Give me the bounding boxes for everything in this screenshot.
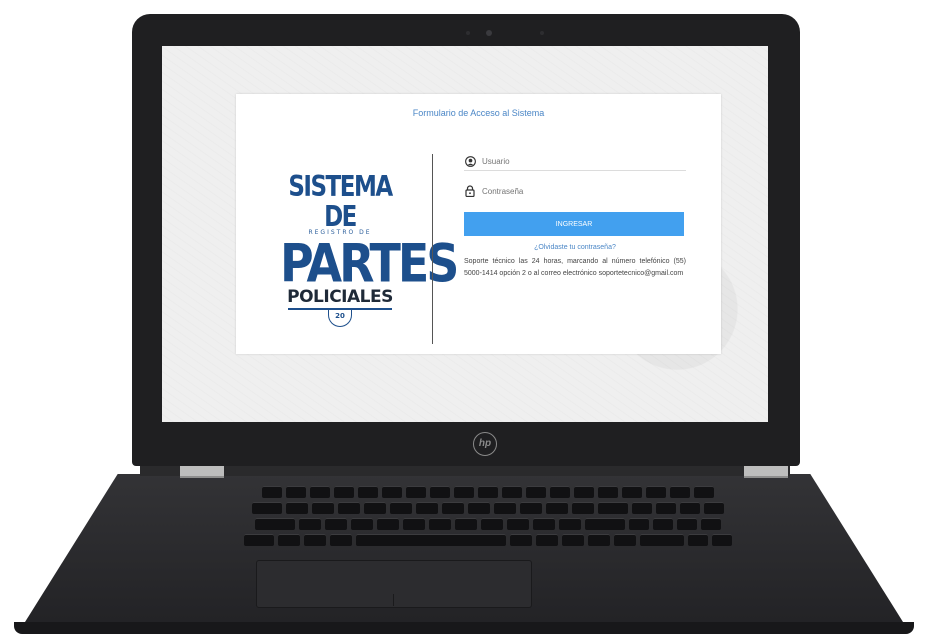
keyboard-row xyxy=(138,502,838,514)
vertical-divider xyxy=(432,154,433,344)
logo-seal: 20 xyxy=(328,309,352,327)
username-field xyxy=(464,152,686,171)
laptop-hinge xyxy=(140,466,790,476)
keyboard xyxy=(138,486,838,552)
system-logo: SISTEMA DE REGISTRO DE PARTES POLICIALES… xyxy=(280,172,459,327)
logo-line-1: SISTEMA DE xyxy=(288,170,393,234)
keyboard-row xyxy=(138,534,838,546)
form-title: Formulario de Acceso al Sistema xyxy=(412,108,545,118)
keyboard-row xyxy=(138,486,838,498)
sensor-dot xyxy=(466,31,470,35)
login-card: Formulario de Acceso al Sistema SISTEMA … xyxy=(236,94,721,354)
webcam xyxy=(486,30,492,36)
lock-icon xyxy=(464,185,476,197)
user-icon xyxy=(464,155,476,167)
username-input[interactable] xyxy=(482,156,672,166)
touchpad-split xyxy=(393,594,394,606)
forgot-password-link[interactable]: ¿Olvidaste tu contraseña? xyxy=(464,244,686,251)
touchpad xyxy=(256,560,532,608)
hinge-right xyxy=(744,466,788,478)
laptop-base-edge xyxy=(14,622,914,634)
keyboard-row xyxy=(138,518,838,530)
password-field xyxy=(464,182,686,200)
login-button[interactable]: INGRESAR xyxy=(464,212,684,236)
support-info-text: Soporte técnico las 24 horas, marcando a… xyxy=(464,258,686,277)
logo-line-3: PARTES xyxy=(280,231,459,295)
password-input[interactable] xyxy=(482,186,672,196)
sensor-dot xyxy=(540,31,544,35)
hp-logo: hp xyxy=(473,432,497,456)
hinge-left xyxy=(180,466,224,478)
